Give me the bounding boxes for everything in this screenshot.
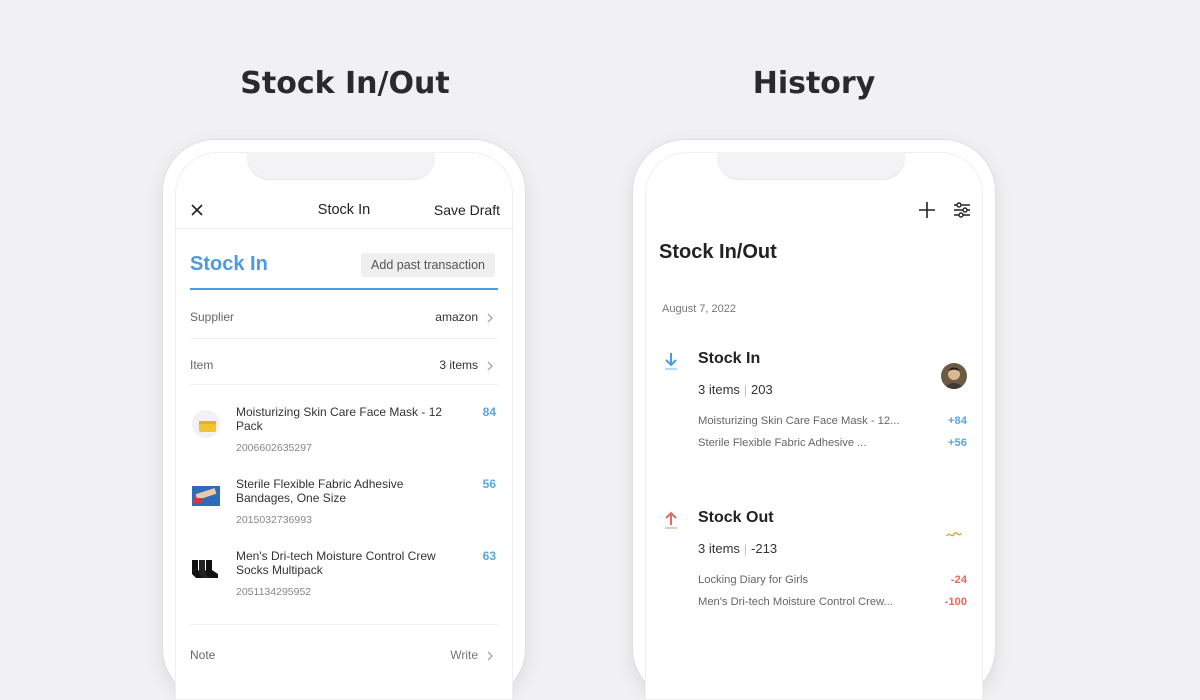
stock-in-title: Stock In xyxy=(698,350,761,367)
stock-in-line-item: Sterile Flexible Fabric Adhesive ... +56 xyxy=(698,437,967,453)
section-title-stock-in-out: Stock In/Out xyxy=(240,66,450,101)
phone-notch xyxy=(717,152,905,180)
row-divider xyxy=(190,338,498,339)
item-name: Sterile Flexible Fabric Adhesive Bandage… xyxy=(236,477,404,505)
note-row[interactable]: Note Write xyxy=(190,642,498,672)
stock-in-line-item: Moisturizing Skin Care Face Mask - 12...… xyxy=(698,415,967,431)
list-item[interactable]: Sterile Flexible Fabric Adhesive Bandage… xyxy=(190,477,498,540)
stock-in-transaction[interactable]: Stock In 3 items | 203 Moisturizing Skin C… xyxy=(659,348,969,468)
separator: | xyxy=(743,383,748,397)
supplier-label: Supplier xyxy=(190,310,235,324)
save-draft-button[interactable]: Save Draft xyxy=(434,202,500,218)
stock-out-line-item: Locking Diary for Girls -24 xyxy=(698,574,967,590)
stock-out-total: -213 xyxy=(751,541,778,556)
page-title: Stock In/Out xyxy=(659,241,777,263)
add-past-transaction-button[interactable]: Add past transaction xyxy=(361,253,495,277)
line-item-name: Locking Diary for Girls xyxy=(698,574,809,586)
stock-in-tab-header: Stock In Add past transaction xyxy=(190,252,498,290)
stock-in-download-icon xyxy=(665,353,677,370)
row-divider xyxy=(190,624,498,625)
stock-in-summary: 3 items | 203 xyxy=(698,382,773,397)
stock-out-line-item: Men's Dri-tech Moisture Control Crew... … xyxy=(698,596,967,612)
note-label: Note xyxy=(190,648,216,662)
list-item[interactable]: Moisturizing Skin Care Face Mask - 12 Pa… xyxy=(190,405,498,468)
face-mask-thumb xyxy=(192,410,220,438)
item-count-value: 3 items xyxy=(439,358,478,372)
bandage-box-thumb xyxy=(192,486,220,506)
note-write-link: Write xyxy=(450,648,478,662)
line-item-qty: -100 xyxy=(944,596,967,608)
line-item-qty: -24 xyxy=(950,574,967,586)
stock-out-upload-icon xyxy=(665,511,677,529)
top-bar-divider xyxy=(175,228,513,229)
filter-icon[interactable] xyxy=(951,200,973,220)
row-divider xyxy=(190,384,498,385)
avatar xyxy=(941,363,967,389)
line-item-qty: +84 xyxy=(948,415,967,427)
stock-out-summary: 3 items | -213 xyxy=(698,541,777,556)
stock-out-item-count: 3 items xyxy=(698,541,740,556)
item-barcode: 2006602635297 xyxy=(236,442,312,454)
item-quantity: 56 xyxy=(482,477,496,491)
brand-logo-avatar xyxy=(941,522,967,548)
top-bar: Stock In Save Draft xyxy=(175,200,513,230)
chevron-right-icon xyxy=(487,361,493,371)
stock-in-tab-title: Stock In xyxy=(190,253,268,275)
plus-icon[interactable] xyxy=(917,200,937,220)
chevron-right-icon xyxy=(487,651,493,661)
list-item[interactable]: Men's Dri-tech Moisture Control Crew Soc… xyxy=(190,549,498,612)
line-item-name: Men's Dri-tech Moisture Control Crew... xyxy=(698,596,893,608)
item-row[interactable]: Item 3 items xyxy=(190,352,498,382)
stock-in-item-count: 3 items xyxy=(698,382,740,397)
phone-frame-history: Stock In/Out August 7, 2022 Stock In 3 i… xyxy=(633,140,995,700)
stock-out-transaction[interactable]: Stock Out 3 items | -213 Locking Diary for… xyxy=(659,507,969,627)
supplier-value: amazon xyxy=(435,310,478,324)
separator: | xyxy=(743,542,748,556)
supplier-row[interactable]: Supplier amazon xyxy=(190,304,498,334)
item-quantity: 84 xyxy=(482,405,496,419)
line-item-qty: +56 xyxy=(948,437,967,449)
item-barcode: 2051134295952 xyxy=(236,586,312,598)
stock-in-total: 203 xyxy=(751,382,773,397)
item-quantity: 63 xyxy=(482,549,496,563)
item-barcode: 2015032736993 xyxy=(236,514,312,526)
item-label: Item xyxy=(190,358,214,372)
phone-frame-stock-in: Stock In Save Draft Stock In Add past tr… xyxy=(163,140,525,700)
chevron-right-icon xyxy=(487,313,493,323)
line-item-name: Moisturizing Skin Care Face Mask - 12... xyxy=(698,415,900,427)
item-name: Men's Dri-tech Moisture Control Crew Soc… xyxy=(236,549,436,577)
phone-notch xyxy=(247,152,435,180)
stock-out-title: Stock Out xyxy=(698,509,774,526)
item-name: Moisturizing Skin Care Face Mask - 12 Pa… xyxy=(236,405,443,433)
date-header: August 7, 2022 xyxy=(662,303,737,315)
screen-history: Stock In/Out August 7, 2022 Stock In 3 i… xyxy=(645,152,983,700)
line-item-name: Sterile Flexible Fabric Adhesive ... xyxy=(698,437,867,449)
screen-stock-in: Stock In Save Draft Stock In Add past tr… xyxy=(175,152,513,700)
socks-thumb xyxy=(192,560,218,578)
section-title-history: History xyxy=(752,66,876,101)
